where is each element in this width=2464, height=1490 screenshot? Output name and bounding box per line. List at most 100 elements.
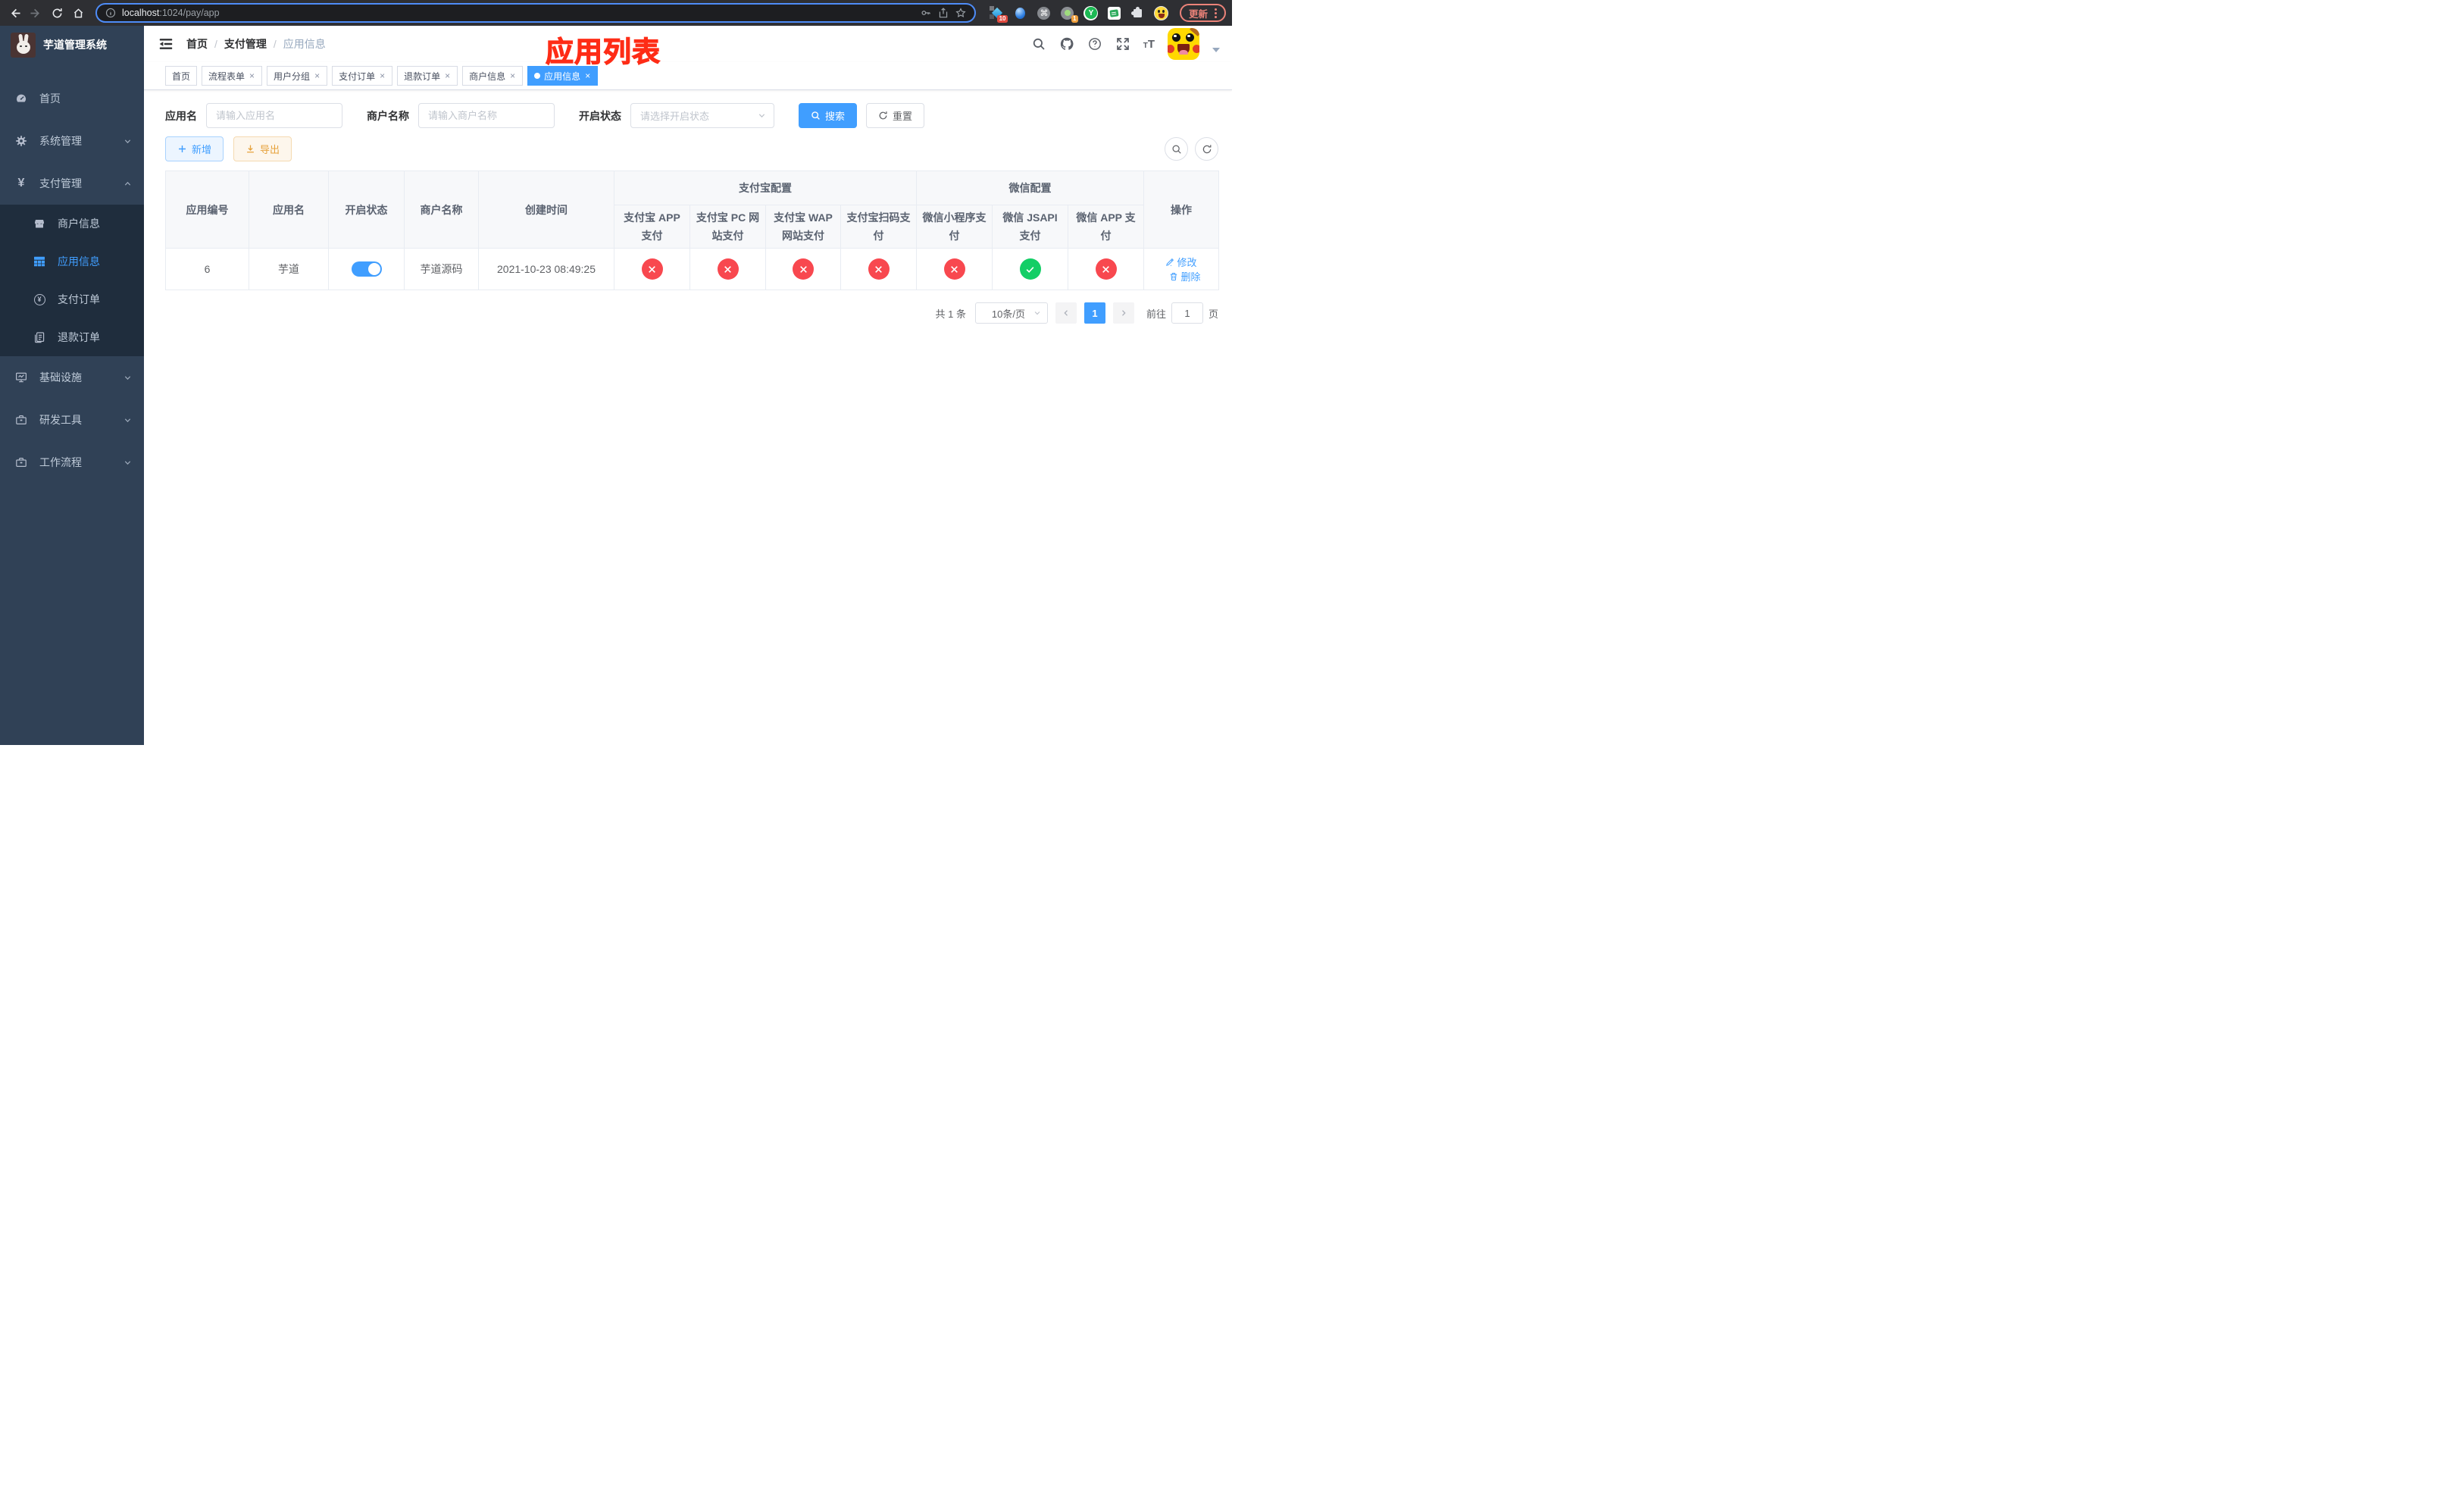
tab-user-group[interactable]: 用户分组 × xyxy=(267,66,328,86)
page-1-button[interactable]: 1 xyxy=(1083,302,1105,324)
breadcrumb-home[interactable]: 首页 xyxy=(186,36,208,52)
github-icon[interactable] xyxy=(1059,36,1074,52)
extension-diamond-icon[interactable]: 10 xyxy=(989,5,1008,23)
sidebar-item-refund-orders[interactable]: 退款订单 xyxy=(0,318,144,356)
help-icon[interactable] xyxy=(1087,36,1102,52)
header-search-icon[interactable] xyxy=(1031,36,1046,52)
sidebar-item-workflow[interactable]: 工作流程 xyxy=(0,441,144,484)
browser-back-button[interactable] xyxy=(6,5,23,21)
breadcrumb-current: 应用信息 xyxy=(283,38,326,50)
breadcrumb-separator: / xyxy=(214,38,217,50)
app-table: 应用编号 应用名 开启状态 商户名称 创建时间 支付宝配置 微信配置 操作 支付… xyxy=(165,171,1219,290)
add-button[interactable]: 新增 xyxy=(165,136,224,161)
extension-command-icon[interactable]: ⌘ xyxy=(1037,5,1052,20)
sidebar-item-payment[interactable]: ¥ 支付管理 xyxy=(0,162,144,205)
tab-process-form[interactable]: 流程表单 × xyxy=(202,66,263,86)
tab-label: 用户分组 xyxy=(274,70,311,82)
app-name-input[interactable] xyxy=(206,103,342,128)
search-icon xyxy=(1171,144,1181,154)
sidebar-collapse-icon[interactable] xyxy=(158,36,174,52)
close-icon[interactable]: × xyxy=(444,71,451,80)
pagination-total: 共 1 条 xyxy=(935,308,966,320)
close-icon[interactable]: × xyxy=(314,71,321,80)
tab-merchant-info[interactable]: 商户信息 × xyxy=(462,66,524,86)
site-info-icon[interactable] xyxy=(105,8,116,19)
status-wechat-app-icon xyxy=(1095,258,1117,280)
browser-update-button[interactable]: 更新 xyxy=(1179,4,1226,22)
sidebar-item-label: 退款订单 xyxy=(58,331,100,343)
password-key-icon[interactable] xyxy=(921,8,932,19)
user-avatar[interactable] xyxy=(1168,28,1199,60)
close-icon[interactable]: × xyxy=(249,71,255,80)
search-button[interactable]: 搜索 xyxy=(799,103,858,128)
extension-target-icon[interactable]: 1 xyxy=(1060,5,1078,23)
status-alipay-qr-icon xyxy=(868,258,890,280)
extension-y-icon[interactable]: Y xyxy=(1083,5,1099,20)
filter-form: 应用名 商户名称 开启状态 请选择开启状态 xyxy=(165,103,1218,128)
tab-refund-orders[interactable]: 退款订单 × xyxy=(397,66,458,86)
extensions-puzzle-icon[interactable] xyxy=(1130,5,1146,20)
sidebar-item-infrastructure[interactable]: 基础设施 xyxy=(0,356,144,399)
font-size-icon[interactable]: TT xyxy=(1143,38,1155,51)
sidebar-logo-row[interactable]: 芋道管理系统 xyxy=(0,26,144,64)
enabled-toggle[interactable] xyxy=(351,261,382,277)
share-icon[interactable] xyxy=(938,8,949,19)
browser-home-button[interactable] xyxy=(70,5,86,21)
edit-button[interactable]: 修改 xyxy=(1165,255,1197,269)
next-page-button[interactable] xyxy=(1112,302,1134,324)
delete-label: 删除 xyxy=(1180,271,1201,283)
filter-label: 商户名称 xyxy=(367,109,409,122)
sidebar-item-system[interactable]: 系统管理 xyxy=(0,120,144,162)
trash-icon xyxy=(1171,272,1177,280)
address-bar[interactable]: localhost:1024/pay/app xyxy=(95,3,976,23)
app-grid-icon xyxy=(33,255,45,268)
goto-suffix: 页 xyxy=(1208,308,1218,320)
tab-pay-orders[interactable]: 支付订单 × xyxy=(332,66,393,86)
gear-icon xyxy=(15,135,27,147)
sidebar-item-dev-tools[interactable]: 研发工具 xyxy=(0,399,144,441)
sidebar-item-home[interactable]: 首页 xyxy=(0,77,144,120)
toggle-search-button[interactable] xyxy=(1165,137,1188,161)
breadcrumb-payment[interactable]: 支付管理 xyxy=(224,36,267,52)
profile-emoji-avatar[interactable] xyxy=(1154,5,1169,20)
cell-actions: 修改 删除 xyxy=(1143,248,1219,290)
close-icon[interactable]: × xyxy=(379,71,386,80)
cell-wechat-mini xyxy=(916,248,993,290)
prev-page-button[interactable] xyxy=(1055,302,1077,324)
group-wechat-config: 微信配置 xyxy=(916,171,1144,205)
cell-alipay-app xyxy=(614,248,690,290)
filter-status: 开启状态 请选择开启状态 xyxy=(579,103,774,128)
chevron-down-icon xyxy=(758,114,765,118)
cell-alipay-qr xyxy=(840,248,917,290)
refresh-table-button[interactable] xyxy=(1195,137,1218,161)
sidebar-item-app-info[interactable]: 应用信息 xyxy=(0,243,144,280)
extension-chat-icon[interactable] xyxy=(1107,5,1122,20)
refresh-icon xyxy=(879,111,887,120)
col-wechat-mini: 微信小程序支付 xyxy=(916,205,993,249)
sidebar-item-label: 支付管理 xyxy=(39,177,82,189)
col-alipay-app: 支付宝 APP 支付 xyxy=(614,205,690,249)
export-button[interactable]: 导出 xyxy=(233,136,292,161)
extension-balloon-icon[interactable] xyxy=(1013,5,1028,20)
bookmark-star-icon[interactable] xyxy=(955,8,967,19)
reset-button[interactable]: 重置 xyxy=(866,103,925,128)
tab-home[interactable]: 首页 xyxy=(165,66,198,86)
avatar-caret-icon[interactable] xyxy=(1212,48,1220,52)
edit-label: 修改 xyxy=(1177,257,1197,268)
sidebar-item-merchant-info[interactable]: 商户信息 xyxy=(0,205,144,243)
close-icon[interactable]: × xyxy=(584,71,591,80)
goto-page-input[interactable] xyxy=(1171,302,1203,324)
sidebar-item-pay-orders[interactable]: ¥ 支付订单 xyxy=(0,280,144,318)
page-size-select[interactable]: 10条/页 xyxy=(974,302,1048,324)
status-select[interactable]: 请选择开启状态 xyxy=(630,103,774,128)
browser-reload-button[interactable] xyxy=(48,5,65,21)
delete-button[interactable]: 删除 xyxy=(1169,269,1201,283)
close-icon[interactable]: × xyxy=(509,71,516,80)
tab-label: 流程表单 xyxy=(208,70,245,82)
merchant-name-input[interactable] xyxy=(418,103,555,128)
browser-menu-icon[interactable] xyxy=(1215,8,1217,18)
annotation-title: 应用列表 xyxy=(545,36,661,67)
browser-forward-button[interactable] xyxy=(27,5,44,21)
update-label: 更新 xyxy=(1188,8,1208,20)
fullscreen-icon[interactable] xyxy=(1115,36,1130,52)
